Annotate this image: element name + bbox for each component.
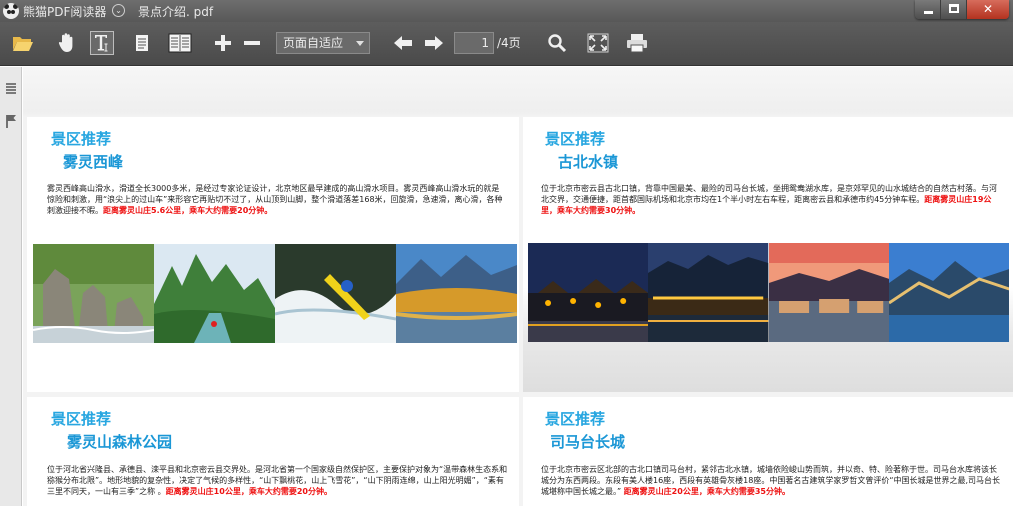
photo-night-lanterns: [528, 243, 649, 342]
panda-logo-icon: [3, 3, 19, 19]
two-page-icon[interactable]: [168, 31, 192, 55]
app-menu-chevron-icon[interactable]: ⌄: [112, 4, 125, 17]
photo-whitewater-kayak: [275, 244, 396, 343]
maximize-button[interactable]: [941, 0, 967, 19]
chevron-down-icon: [356, 41, 364, 46]
recommend-tag: 景区推荐: [545, 130, 606, 148]
recommend-tag: 景区推荐: [545, 410, 606, 428]
open-folder-icon[interactable]: [11, 31, 35, 55]
toolbar: 页面自适应 1 /4页: [0, 22, 1013, 66]
attraction-description: 位于北京市密云县古北口镇，背靠中国最美、最险的司马台长城，坐拥鸳鸯湖水库，是京郊…: [541, 183, 1003, 216]
outline-list-icon[interactable]: [4, 81, 18, 95]
bookmark-flag-icon[interactable]: [4, 114, 18, 128]
hand-tool-icon[interactable]: [54, 31, 78, 55]
window-controls: ✕: [915, 0, 1009, 19]
left-sidebar: [0, 67, 22, 506]
attraction-description: 位于河北省兴隆县、承德县、滦平县和北京密云县交界处。是河北省第一个国家级自然保护…: [47, 464, 509, 497]
page-total-label: /4页: [497, 36, 521, 50]
zoom-out-icon[interactable]: [240, 31, 264, 55]
close-button[interactable]: ✕: [967, 0, 1009, 19]
zoom-mode-select[interactable]: 页面自适应: [276, 32, 370, 54]
text-select-icon[interactable]: [90, 31, 114, 55]
maximize-icon: [949, 4, 959, 13]
attraction-description: 雾灵西峰高山滑水，滑道全长3000多米，是经过专家论证设计，北京地区最早建成的高…: [47, 183, 507, 216]
attraction-card-wuling-forest-park: 景区推荐 雾灵山森林公园 位于河北省兴隆县、承德县、滦平县和北京密云县交界处。是…: [27, 397, 519, 506]
photo-strip: [528, 243, 1009, 342]
single-page-icon[interactable]: [130, 31, 154, 55]
attraction-title: 司马台长城: [550, 433, 626, 451]
document-viewport[interactable]: 景区推荐 雾灵西峰 雾灵西峰高山滑水，滑道全长3000多米，是经过专家论证设计，…: [23, 67, 1013, 506]
attraction-card-gubei-water-town: 景区推荐 古北水镇 位于北京市密云县古北口镇，背靠中国最美、最险的司马台长城，坐…: [523, 117, 1013, 392]
distance-note: 距离雾灵山庄5.6公里，乘车大约需要20分钟。: [103, 206, 273, 215]
app-name: 熊猫PDF阅读器: [23, 5, 107, 19]
minimize-button[interactable]: [915, 0, 941, 19]
zoom-mode-value: 页面自适应: [283, 36, 344, 50]
close-icon: ✕: [982, 2, 994, 16]
search-icon[interactable]: [545, 31, 569, 55]
next-page-icon[interactable]: [422, 31, 446, 55]
prev-page-icon[interactable]: [391, 31, 415, 55]
attraction-card-wuling-west-peak: 景区推荐 雾灵西峰 雾灵西峰高山滑水，滑道全长3000多米，是经过专家论证设计，…: [27, 117, 519, 392]
recommend-tag: 景区推荐: [51, 130, 112, 148]
attraction-description: 位于北京市密云区北部的古北口镇司马台村，紧邻古北水镇，城墙依险峻山势而筑，并以奇…: [541, 464, 1003, 497]
photo-strip: [33, 244, 517, 343]
distance-note: 距离雾灵山庄10公里，乘车大约需要20分钟。: [165, 487, 332, 496]
title-bar: 熊猫PDF阅读器 ⌄ 景点介绍. pdf ✕: [0, 0, 1013, 22]
attraction-card-simatai-great-wall: 景区推荐 司马台长城 位于北京市密云区北部的古北口镇司马台村，紧邻古北水镇，城墙…: [523, 397, 1013, 506]
distance-note: 距离雾灵山庄20公里，乘车大约需要35分钟。: [623, 487, 790, 496]
recommend-tag: 景区推荐: [51, 410, 112, 428]
page-number-input[interactable]: 1: [454, 32, 494, 54]
photo-green-mountain-rafting: [154, 244, 275, 343]
attraction-title: 古北水镇: [558, 153, 619, 171]
attraction-title: 雾灵山森林公园: [67, 433, 173, 451]
photo-evening-great-wall: [888, 243, 1009, 342]
attraction-title: 雾灵西峰: [63, 153, 124, 171]
zoom-in-icon[interactable]: [211, 31, 235, 55]
photo-night-town: [648, 243, 769, 342]
photo-autumn-lake: [396, 244, 517, 343]
minimize-icon: [924, 11, 933, 14]
photo-sunset-water-town: [768, 243, 889, 342]
print-icon[interactable]: [625, 31, 649, 55]
fullscreen-icon[interactable]: [586, 31, 610, 55]
photo-rock-stream: [33, 244, 154, 343]
document-name: 景点介绍. pdf: [138, 5, 214, 19]
